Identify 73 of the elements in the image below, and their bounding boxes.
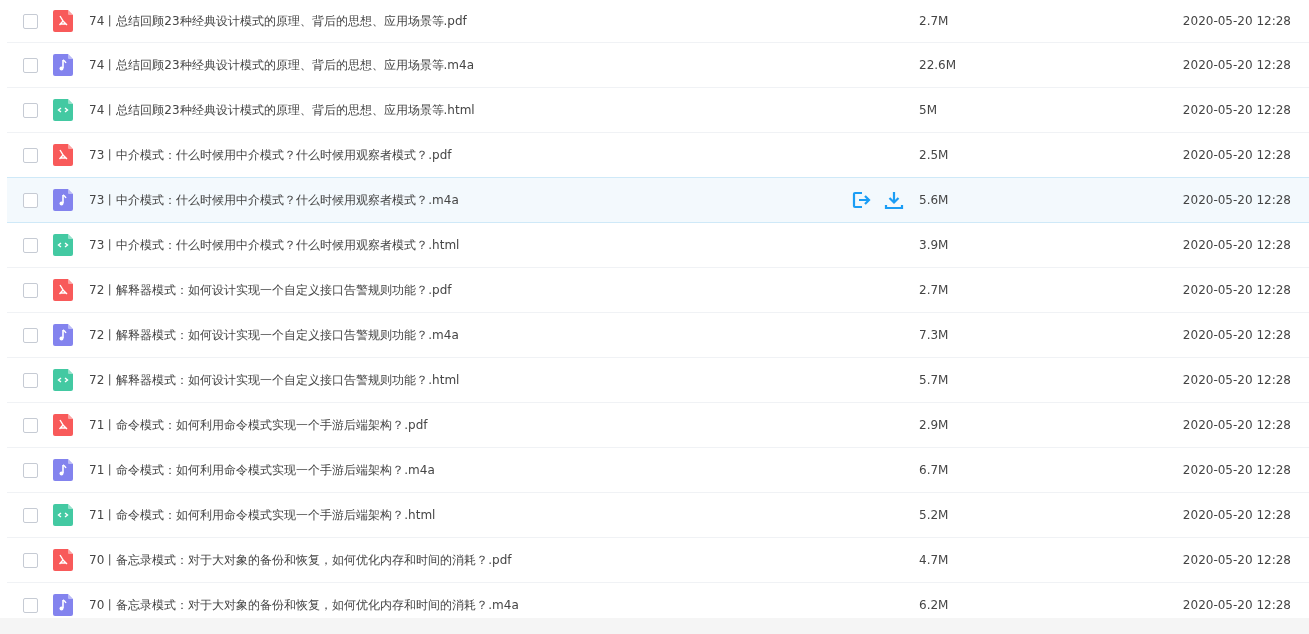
modified-date: 2020-05-20 12:28	[1182, 598, 1291, 612]
checkbox[interactable]	[23, 13, 38, 29]
checkbox[interactable]	[23, 147, 38, 163]
file-name[interactable]: 71丨命令模式：如何利用命令模式实现一个手游后端架构？.html	[89, 506, 859, 524]
checkbox[interactable]	[23, 57, 38, 73]
file-size: 2.7M	[919, 14, 950, 28]
music-file-icon	[53, 54, 73, 76]
modified-date: 2020-05-20 12:28	[1182, 193, 1291, 207]
file-name[interactable]: 72丨解释器模式：如何设计实现一个自定义接口告警规则功能？.pdf	[89, 281, 859, 299]
checkbox[interactable]	[23, 282, 38, 298]
checkbox[interactable]	[23, 462, 38, 478]
modified-date: 2020-05-20 12:28	[1182, 58, 1291, 72]
modified-date: 2020-05-20 12:28	[1182, 14, 1291, 28]
code-file-icon	[53, 99, 73, 121]
checkbox[interactable]	[23, 327, 38, 343]
code-file-icon	[53, 504, 73, 526]
file-name[interactable]: 74丨总结回顾23种经典设计模式的原理、背后的思想、应用场景等.pdf	[89, 12, 859, 30]
file-size: 6.7M	[919, 463, 950, 477]
modified-date: 2020-05-20 12:28	[1182, 373, 1291, 387]
file-name[interactable]: 72丨解释器模式：如何设计实现一个自定义接口告警规则功能？.html	[89, 371, 859, 389]
checkbox[interactable]	[23, 237, 38, 253]
modified-date: 2020-05-20 12:28	[1182, 103, 1291, 117]
pdf-file-icon	[53, 414, 73, 436]
file-size: 5.2M	[919, 508, 950, 522]
file-name[interactable]: 70丨备忘录模式：对于大对象的备份和恢复，如何优化内存和时间的消耗？.m4a	[89, 596, 859, 614]
file-size: 2.7M	[919, 283, 950, 297]
file-size: 2.9M	[919, 418, 950, 432]
file-name[interactable]: 73丨中介模式：什么时候用中介模式？什么时候用观察者模式？.html	[89, 236, 859, 254]
file-name[interactable]: 73丨中介模式：什么时候用中介模式？什么时候用观察者模式？.m4a	[89, 191, 859, 209]
file-name[interactable]: 74丨总结回顾23种经典设计模式的原理、背后的思想、应用场景等.m4a	[89, 56, 859, 74]
modified-date: 2020-05-20 12:28	[1182, 463, 1291, 477]
checkbox[interactable]	[23, 372, 38, 388]
share-icon[interactable]	[851, 190, 871, 210]
music-file-icon	[53, 459, 73, 481]
file-size: 4.7M	[919, 553, 950, 567]
modified-date: 2020-05-20 12:28	[1182, 553, 1291, 567]
music-file-icon	[53, 594, 73, 616]
file-size: 3.9M	[919, 238, 950, 252]
pdf-file-icon	[53, 279, 73, 301]
file-size: 6.2M	[919, 598, 950, 612]
modified-date: 2020-05-20 12:28	[1182, 328, 1291, 342]
modified-date: 2020-05-20 12:28	[1182, 508, 1291, 522]
checkbox[interactable]	[23, 417, 38, 433]
highlighted-row[interactable]: 73丨中介模式：什么时候用中介模式？什么时候用观察者模式？.m4a 5.6M 2020-05-20 12:28	[7, 177, 1309, 223]
file-name[interactable]: 71丨命令模式：如何利用命令模式实现一个手游后端架构？.pdf	[89, 416, 859, 434]
file-name[interactable]: 73丨中介模式：什么时候用中介模式？什么时候用观察者模式？.pdf	[89, 146, 859, 164]
file-size: 2.5M	[919, 148, 950, 162]
checkbox[interactable]	[23, 192, 38, 208]
modified-date: 2020-05-20 12:28	[1182, 283, 1291, 297]
file-size: 5.6M	[919, 193, 950, 207]
pdf-file-icon	[53, 549, 73, 571]
file-size: 22.6M	[919, 58, 958, 72]
code-file-icon	[53, 369, 73, 391]
file-size: 7.3M	[919, 328, 950, 342]
file-size: 5.7M	[919, 373, 950, 387]
file-name[interactable]: 72丨解释器模式：如何设计实现一个自定义接口告警规则功能？.m4a	[89, 326, 859, 344]
checkbox[interactable]	[23, 102, 38, 118]
modified-date: 2020-05-20 12:28	[1182, 418, 1291, 432]
music-file-icon	[53, 324, 73, 346]
file-name[interactable]: 74丨总结回顾23种经典设计模式的原理、背后的思想、应用场景等.html	[89, 101, 859, 119]
file-name[interactable]: 70丨备忘录模式：对于大对象的备份和恢复，如何优化内存和时间的消耗？.pdf	[89, 551, 859, 569]
checkbox[interactable]	[23, 597, 38, 613]
file-name[interactable]: 71丨命令模式：如何利用命令模式实现一个手游后端架构？.m4a	[89, 461, 859, 479]
checkbox[interactable]	[23, 507, 38, 523]
pdf-file-icon	[53, 144, 73, 166]
music-file-icon	[53, 189, 73, 211]
download-icon[interactable]	[884, 190, 904, 210]
code-file-icon	[53, 234, 73, 256]
modified-date: 2020-05-20 12:28	[1182, 148, 1291, 162]
file-size: 5M	[919, 103, 938, 117]
checkbox[interactable]	[23, 552, 38, 568]
pdf-file-icon	[53, 10, 73, 32]
modified-date: 2020-05-20 12:28	[1182, 238, 1291, 252]
